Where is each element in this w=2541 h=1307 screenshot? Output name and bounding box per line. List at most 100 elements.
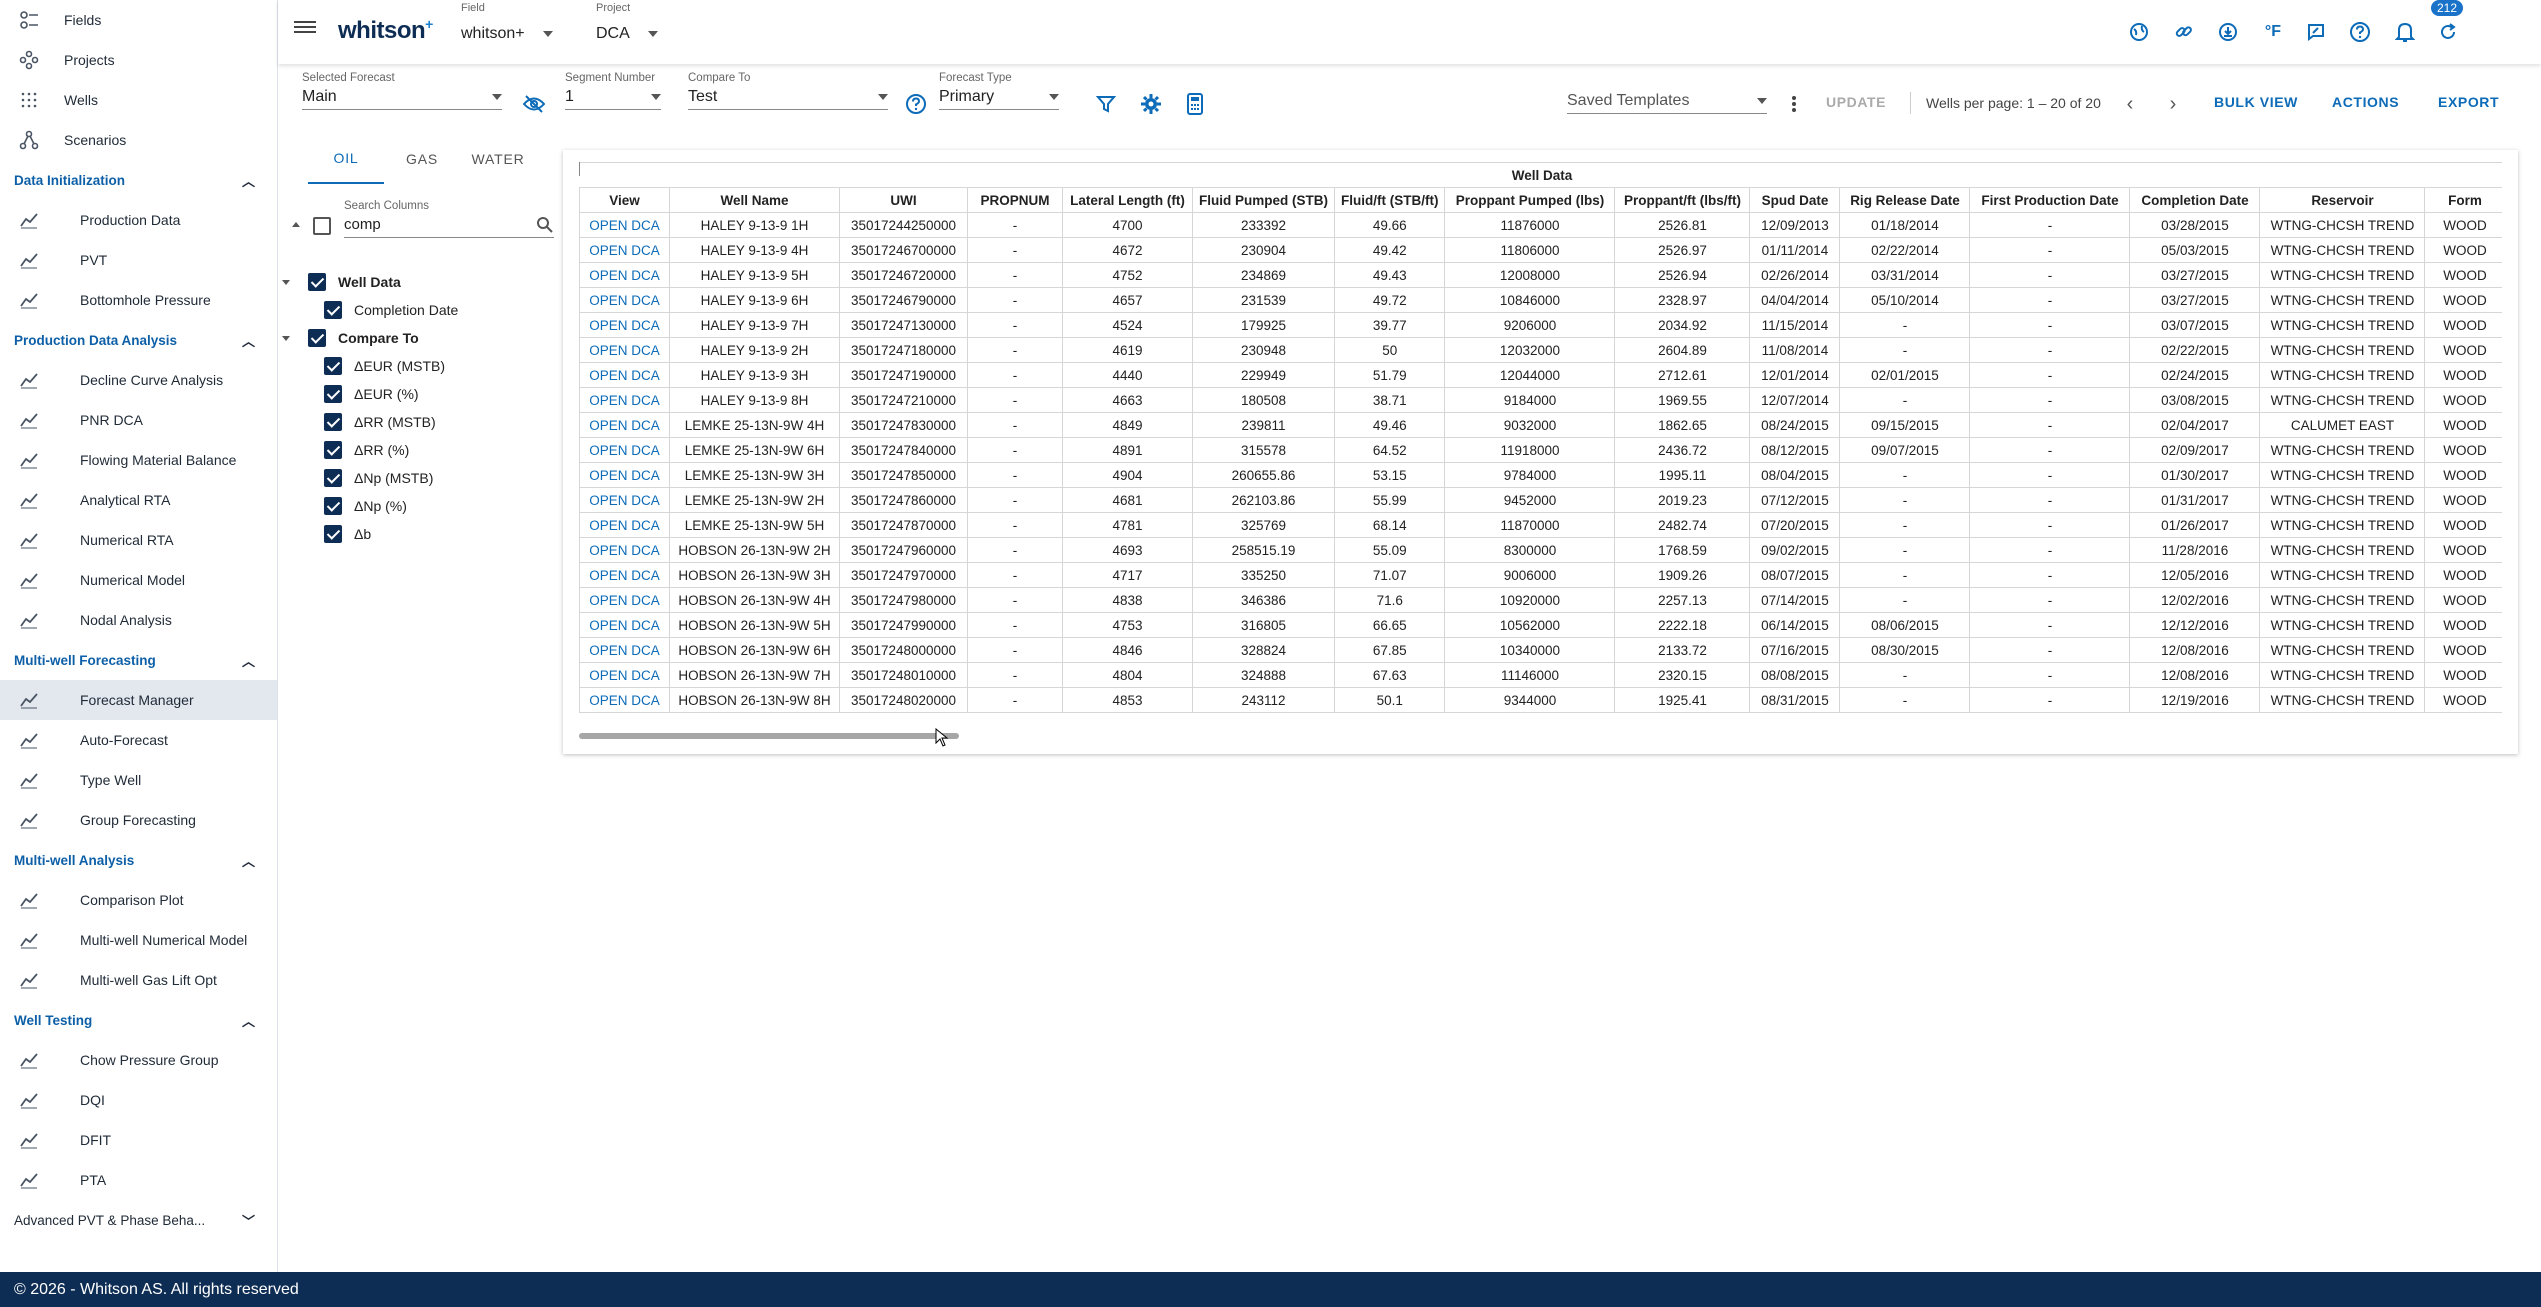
- column-header-fluid-ft-stb-ft[interactable]: Fluid/ft (STB/ft): [1333, 187, 1446, 213]
- filter-icon[interactable]: [1092, 90, 1120, 118]
- sidebar-item-dfit[interactable]: DFIT: [0, 1120, 277, 1160]
- column-header-proppant-ft-lbs-ft[interactable]: Proppant/ft (lbs/ft): [1614, 187, 1751, 213]
- tree-column-np[interactable]: ΔNp (%): [324, 494, 407, 518]
- selected-forecast-select[interactable]: Selected Forecast Main: [302, 72, 502, 110]
- column-header-form[interactable]: Form: [2424, 187, 2502, 213]
- column-header-proppant-pumped-lbs[interactable]: Proppant Pumped (lbs): [1444, 187, 1616, 213]
- temperature-unit-icon[interactable]: °F: [2260, 19, 2286, 45]
- tree-column-completion-date[interactable]: Completion Date: [324, 298, 458, 322]
- sidebar-item-nodal-analysis[interactable]: Nodal Analysis: [0, 600, 277, 640]
- saved-templates-select[interactable]: Saved Templates: [1567, 88, 1767, 114]
- chevron-left-icon[interactable]: ‹: [2116, 90, 2144, 118]
- visibility-off-icon[interactable]: [520, 90, 548, 118]
- open-dca-link[interactable]: OPEN DCA: [579, 312, 670, 338]
- open-dca-link[interactable]: OPEN DCA: [579, 262, 670, 288]
- search-columns-field[interactable]: Search Columns comp: [344, 200, 554, 238]
- project-select[interactable]: Project DCA: [596, 2, 658, 43]
- column-header-propnum[interactable]: PROPNUM: [967, 187, 1063, 213]
- sidebar-item-type-well[interactable]: Type Well: [0, 760, 277, 800]
- sidebar-item-comparison-plot[interactable]: Comparison Plot: [0, 880, 277, 920]
- sidebar-item-production-data[interactable]: Production Data: [0, 200, 277, 240]
- bulk-view-button[interactable]: BULK VIEW: [2214, 94, 2298, 110]
- open-dca-link[interactable]: OPEN DCA: [579, 237, 670, 263]
- tree-column-b[interactable]: Δb: [324, 522, 371, 546]
- tree-column-rr-mstb[interactable]: ΔRR (MSTB): [324, 410, 436, 434]
- logo[interactable]: whitson+: [338, 16, 433, 45]
- help-icon[interactable]: [2347, 19, 2373, 45]
- sidebar-item-dqi[interactable]: DQI: [0, 1080, 277, 1120]
- globe-icon[interactable]: [2126, 19, 2152, 45]
- open-dca-link[interactable]: OPEN DCA: [579, 362, 670, 388]
- column-header-view[interactable]: View: [579, 187, 670, 213]
- sidebar-item-pvt[interactable]: PVT: [0, 240, 277, 280]
- column-checkbox[interactable]: [324, 497, 342, 515]
- scrollbar-thumb[interactable]: [579, 733, 959, 739]
- collapse-all-icon[interactable]: [292, 222, 300, 227]
- open-dca-link[interactable]: OPEN DCA: [579, 662, 670, 688]
- table-scroll-area[interactable]: Well Data View Well Name UWI PROPNUM Lateral …: [579, 162, 2502, 728]
- open-dca-link[interactable]: OPEN DCA: [579, 562, 670, 588]
- actions-button[interactable]: ACTIONS: [2332, 94, 2399, 110]
- sidebar-item-forecast-manager[interactable]: Forecast Manager: [0, 680, 277, 720]
- open-dca-link[interactable]: OPEN DCA: [579, 287, 670, 313]
- column-header-reservoir[interactable]: Reservoir: [2259, 187, 2426, 213]
- settings-icon[interactable]: [1137, 90, 1165, 118]
- column-header-spud-date[interactable]: Spud Date: [1749, 187, 1841, 213]
- sidebar-item-pnr-dca[interactable]: PNR DCA: [0, 400, 277, 440]
- tab-oil[interactable]: OIL: [308, 134, 384, 184]
- open-dca-link[interactable]: OPEN DCA: [579, 512, 670, 538]
- open-dca-link[interactable]: OPEN DCA: [579, 487, 670, 513]
- bell-icon[interactable]: [2392, 19, 2418, 45]
- open-dca-link[interactable]: OPEN DCA: [579, 537, 670, 563]
- section-multi-well-forecasting[interactable]: Multi-well Forecasting ︿: [0, 640, 277, 680]
- column-header-lateral-length-ft[interactable]: Lateral Length (ft): [1062, 187, 1193, 213]
- search-icon[interactable]: [536, 216, 554, 234]
- expand-icon[interactable]: [282, 279, 290, 285]
- column-header-first-production-date[interactable]: First Production Date: [1969, 187, 2131, 213]
- tree-group-compare-to[interactable]: Compare To: [282, 326, 419, 350]
- sidebar-item-scenarios[interactable]: Scenarios: [0, 120, 277, 160]
- expand-icon[interactable]: [282, 335, 290, 341]
- section-data-initialization[interactable]: Data Initialization ︿: [0, 160, 277, 200]
- forecast-type-select[interactable]: Forecast Type Primary: [939, 72, 1059, 110]
- tree-column-rr[interactable]: ΔRR (%): [324, 438, 409, 462]
- column-checkbox[interactable]: [324, 357, 342, 375]
- open-dca-link[interactable]: OPEN DCA: [579, 612, 670, 638]
- tree-column-eur[interactable]: ΔEUR (%): [324, 382, 419, 406]
- help-circle-icon[interactable]: [902, 90, 930, 118]
- compare-to-select[interactable]: Compare To Test: [688, 72, 888, 110]
- sidebar-item-projects[interactable]: Projects: [0, 40, 277, 80]
- sidebar-item-auto-forecast[interactable]: Auto-Forecast: [0, 720, 277, 760]
- tree-group-well-data[interactable]: Well Data: [282, 270, 401, 294]
- tab-water[interactable]: WATER: [460, 134, 536, 184]
- open-dca-link[interactable]: OPEN DCA: [579, 462, 670, 488]
- column-header-fluid-pumped-stb[interactable]: Fluid Pumped (STB): [1192, 187, 1335, 213]
- sidebar-item-decline-curve-analysis[interactable]: Decline Curve Analysis: [0, 360, 277, 400]
- group-checkbox[interactable]: [308, 273, 326, 291]
- tree-column-eur-mstb[interactable]: ΔEUR (MSTB): [324, 354, 445, 378]
- open-dca-link[interactable]: OPEN DCA: [579, 587, 670, 613]
- column-checkbox[interactable]: [324, 441, 342, 459]
- open-dca-link[interactable]: OPEN DCA: [579, 437, 670, 463]
- update-button[interactable]: UPDATE: [1826, 94, 1886, 110]
- sidebar-item-numerical-rta[interactable]: Numerical RTA: [0, 520, 277, 560]
- sidebar-item-numerical-model[interactable]: Numerical Model: [0, 560, 277, 600]
- tree-column-np-mstb[interactable]: ΔNp (MSTB): [324, 466, 433, 490]
- link-icon[interactable]: [2171, 19, 2197, 45]
- open-dca-link[interactable]: OPEN DCA: [579, 637, 670, 663]
- column-checkbox[interactable]: [324, 525, 342, 543]
- sidebar-item-chow-pressure-group[interactable]: Chow Pressure Group: [0, 1040, 277, 1080]
- sidebar-item-fields[interactable]: Fields: [0, 0, 277, 40]
- sidebar-item-wells[interactable]: Wells: [0, 80, 277, 120]
- chevron-right-icon[interactable]: ›: [2159, 90, 2187, 118]
- horizontal-scrollbar[interactable]: [579, 732, 2502, 740]
- section-multi-well-analysis[interactable]: Multi-well Analysis ︿: [0, 840, 277, 880]
- open-dca-link[interactable]: OPEN DCA: [579, 412, 670, 438]
- column-header-completion-date[interactable]: Completion Date: [2129, 187, 2261, 213]
- sidebar-item-pta[interactable]: PTA: [0, 1160, 277, 1200]
- search-input[interactable]: comp: [344, 216, 381, 233]
- open-dca-link[interactable]: OPEN DCA: [579, 387, 670, 413]
- select-all-checkbox[interactable]: [313, 217, 331, 235]
- sidebar-item-multi-well-gas-lift-opt[interactable]: Multi-well Gas Lift Opt: [0, 960, 277, 1000]
- more-vert-icon[interactable]: [1780, 90, 1808, 118]
